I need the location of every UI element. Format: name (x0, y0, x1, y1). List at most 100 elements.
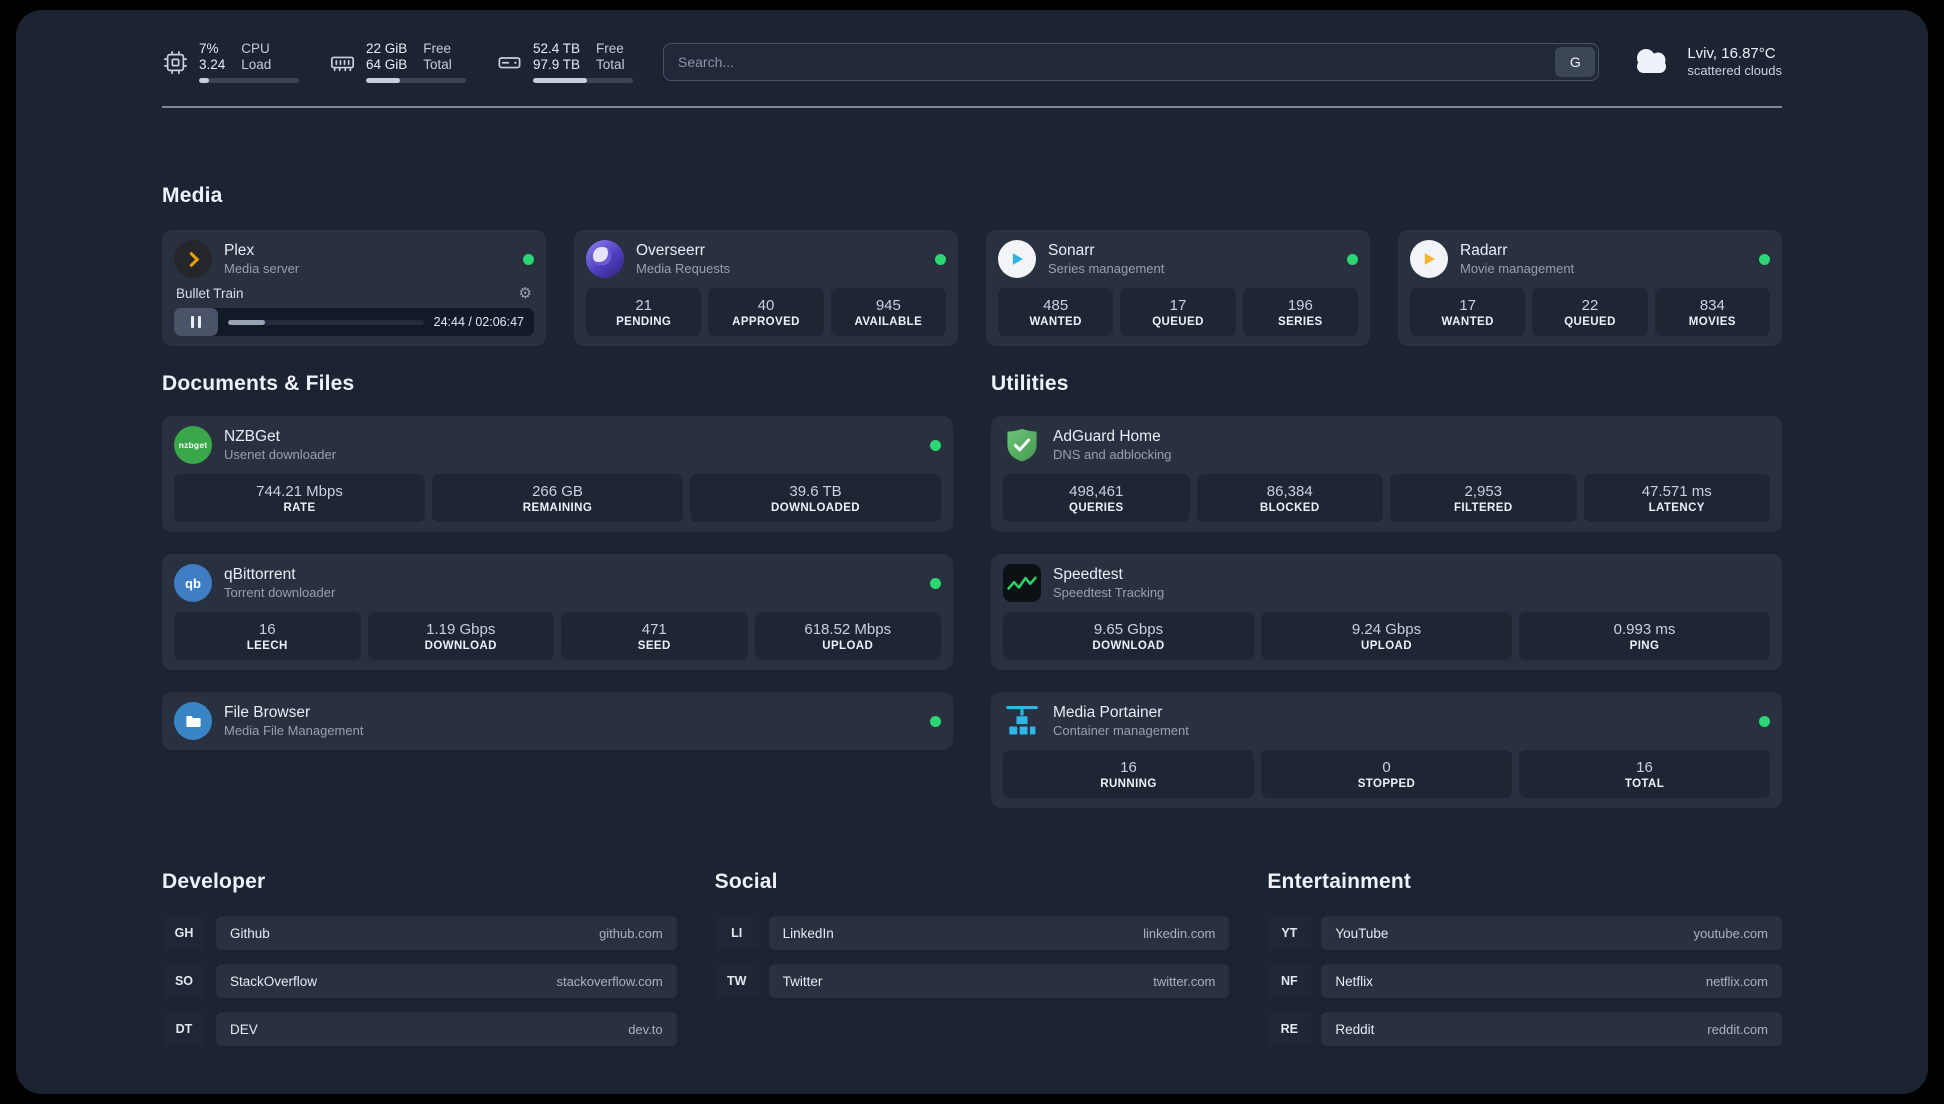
stat-tile: 266 GB REMAINING (432, 474, 683, 522)
stat-label: BLOCKED (1259, 501, 1320, 514)
portainer-icon (1003, 702, 1041, 740)
stat-tile: 0 STOPPED (1261, 750, 1512, 798)
bookmark-linkedin[interactable]: LI LinkedIn linkedin.com (714, 916, 1230, 950)
stat-label: TOTAL (1624, 777, 1665, 790)
app-name: AdGuard Home (1053, 428, 1161, 446)
system-stats: 7% 3.24 CPU Load 22 GiB 64 GiB Free Tota… (162, 41, 633, 84)
stat-value: 16 (1120, 758, 1137, 776)
ram-total-value: 64 GiB (366, 57, 408, 72)
app-card-qbittorrent[interactable]: qb qBittorrent Torrent downloader 16 LEEC… (162, 554, 953, 670)
now-playing-time: 24:44 / 02:06:47 (433, 315, 524, 329)
stat-value: 47.571 ms (1641, 482, 1712, 500)
gear-icon[interactable]: ⚙ (519, 286, 532, 301)
stat-tile: 834 MOVIES (1654, 288, 1770, 336)
stat-label: RUNNING (1100, 777, 1157, 790)
status-dot (930, 577, 941, 589)
cpu-label-top: CPU (241, 40, 270, 56)
bookmark-abbr: YT (1267, 916, 1312, 950)
hard-drive-icon (496, 49, 523, 76)
stat-value: 0.993 ms (1613, 620, 1676, 638)
pause-button[interactable] (174, 308, 218, 336)
bookmark-name: Twitter (782, 973, 823, 989)
app-card-overseerr[interactable]: Overseerr Media Requests 21 PENDING 40 APP… (574, 230, 958, 346)
app-subtitle: Usenet downloader (224, 446, 337, 462)
bookmark-reddit[interactable]: RE Reddit reddit.com (1267, 1012, 1782, 1046)
stat-label: SERIES (1278, 315, 1323, 328)
stat-label: QUEUED (1152, 315, 1204, 328)
bookmark-twitter[interactable]: TW Twitter twitter.com (714, 964, 1230, 998)
weather-condition: scattered clouds (1687, 63, 1782, 79)
seek-bar[interactable] (228, 319, 424, 325)
app-card-nzbget[interactable]: nzbget NZBGet Usenet downloader 744.21 M… (162, 416, 953, 532)
bookmark-name: DEV (230, 1021, 258, 1037)
stat-label: LATENCY (1648, 501, 1705, 514)
search-provider-button[interactable]: G (1555, 47, 1596, 77)
ram-widget: 22 GiB 64 GiB Free Total (329, 41, 466, 84)
stat-value: 0 (1382, 758, 1391, 776)
stat-value: 945 (875, 296, 901, 314)
stat-label: FILTERED (1453, 501, 1513, 514)
stat-label: QUERIES (1068, 501, 1124, 514)
stat-value: 39.6 TB (789, 482, 842, 500)
app-card-radarr[interactable]: Radarr Movie management 17 WANTED 22 QUEUE… (1398, 230, 1782, 346)
disk-widget: 52.4 TB 97.9 TB Free Total (496, 41, 633, 84)
stat-value: 196 (1287, 296, 1313, 314)
app-name: qBittorrent (224, 566, 296, 584)
bookmark-url: dev.to (628, 1021, 663, 1037)
bookmark-abbr: SO (162, 964, 206, 998)
stat-value: 16 (258, 620, 276, 638)
stat-value: 471 (641, 620, 667, 638)
stat-label: APPROVED (732, 315, 800, 328)
stat-value: 17 (1459, 296, 1476, 314)
app-card-plex[interactable]: Plex Media server Bullet Train ⚙ 24:44 /… (162, 230, 546, 346)
app-card-filebrowser[interactable]: File Browser Media File Management (162, 692, 953, 750)
bookmark-github[interactable]: GH Github github.com (162, 916, 677, 950)
speedtest-icon (1003, 564, 1041, 602)
section-title-media: Media (162, 184, 223, 207)
stat-value: 16 (1636, 758, 1653, 776)
stat-value: 9.24 Gbps (1351, 620, 1422, 638)
bookmark-name: LinkedIn (782, 925, 834, 941)
bookmark-dev[interactable]: DT DEV dev.to (162, 1012, 677, 1046)
bookmark-netflix[interactable]: NF Netflix netflix.com (1267, 964, 1782, 998)
ram-label-top: Free (423, 40, 452, 56)
bookmark-stackoverflow[interactable]: SO StackOverflow stackoverflow.com (162, 964, 677, 998)
stat-tile: 16 TOTAL (1519, 750, 1770, 798)
plex-icon (174, 240, 212, 278)
bookmark-name: YouTube (1335, 925, 1389, 941)
app-subtitle: Torrent downloader (224, 584, 336, 600)
app-name: Overseerr (636, 242, 705, 260)
stat-value: 744.21 Mbps (256, 482, 343, 500)
app-card-speedtest[interactable]: Speedtest Speedtest Tracking 9.65 Gbps DO… (991, 554, 1782, 670)
bookmark-group-social: Social LI LinkedIn linkedin.com TW Twitte… (714, 870, 1230, 1060)
app-card-sonarr[interactable]: Sonarr Series management 485 WANTED 17 QUE… (986, 230, 1370, 346)
app-card-portainer[interactable]: Media Portainer Container management 16 R… (991, 692, 1782, 808)
status-dot (523, 253, 534, 265)
stat-tile: 9.65 Gbps DOWNLOAD (1003, 612, 1254, 660)
app-name: Media Portainer (1053, 704, 1163, 722)
stat-label: QUEUED (1564, 315, 1616, 328)
app-subtitle: Container management (1053, 722, 1189, 738)
status-dot (930, 439, 941, 451)
bookmark-abbr: NF (1267, 964, 1312, 998)
stat-value: 834 (1699, 296, 1725, 314)
stat-label: REMAINING (522, 501, 593, 514)
bookmark-youtube[interactable]: YT YouTube youtube.com (1267, 916, 1782, 950)
app-subtitle: Media server (224, 260, 300, 276)
app-card-adguard[interactable]: AdGuard Home DNS and adblocking 498,461 Q… (991, 416, 1782, 532)
sonarr-icon (998, 240, 1036, 278)
bookmark-group-entertainment: Entertainment YT YouTube youtube.com NF N… (1267, 870, 1782, 1060)
cpu-load-value: 3.24 (199, 57, 226, 72)
bookmark-url: reddit.com (1707, 1021, 1768, 1037)
stat-label: UPLOAD (1361, 639, 1412, 652)
search-input[interactable] (663, 43, 1600, 81)
stat-tile: 1.19 Gbps DOWNLOAD (367, 612, 554, 660)
section-title-entertainment: Entertainment (1267, 870, 1412, 893)
stat-value: 21 (635, 296, 652, 314)
cloud-icon (1629, 44, 1675, 80)
status-dot (930, 715, 941, 727)
radarr-icon (1410, 240, 1448, 278)
bookmark-abbr: TW (714, 964, 759, 998)
stat-label: PING (1629, 639, 1660, 652)
bookmark-abbr: DT (162, 1012, 206, 1046)
